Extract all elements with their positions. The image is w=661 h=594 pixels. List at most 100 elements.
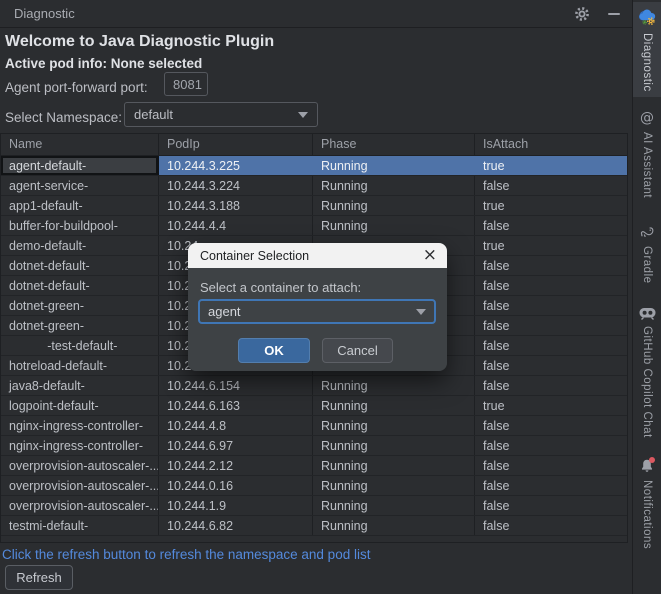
cell-ip[interactable]: 10.244.3.188 — [159, 196, 313, 215]
pod-table-row[interactable]: java8-default-10.244.6.154Runningfalse — [1, 376, 627, 396]
cell-phase[interactable]: Running — [313, 196, 475, 215]
cell-ip[interactable]: 10.244.3.224 — [159, 176, 313, 195]
cell-name[interactable]: dotnet-default- — [1, 256, 159, 275]
cell-attach[interactable]: false — [475, 316, 627, 335]
chevron-down-icon — [298, 112, 308, 118]
cell-phase[interactable]: Running — [313, 456, 475, 475]
cell-ip[interactable]: 10.244.6.97 — [159, 436, 313, 455]
cell-ip[interactable]: 10.244.1.9 — [159, 496, 313, 515]
cell-attach[interactable]: false — [475, 176, 627, 195]
cell-ip[interactable]: 10.244.3.225 — [159, 156, 313, 175]
pod-table-row[interactable]: buffer-for-buildpool-10.244.4.4Runningfa… — [1, 216, 627, 236]
container-dropdown[interactable]: agent — [198, 299, 436, 324]
cell-phase[interactable]: Running — [313, 416, 475, 435]
cell-name[interactable]: logpoint-default- — [1, 396, 159, 415]
sidebar-tab-gradle[interactable]: Gradle — [633, 219, 661, 289]
sidebar-tab-notifications[interactable]: Notifications — [633, 453, 661, 554]
minimize-icon[interactable] — [605, 5, 623, 23]
pod-table-row[interactable]: agent-service-10.244.3.224Runningfalse — [1, 176, 627, 196]
cell-name[interactable]: -test-default- — [1, 336, 159, 355]
cell-attach[interactable]: false — [475, 356, 627, 375]
cell-phase[interactable]: Running — [313, 516, 475, 535]
cell-phase[interactable]: Running — [313, 476, 475, 495]
port-forward-input[interactable] — [164, 72, 208, 96]
sidebar-tab-github-copilot-chat[interactable]: GitHub Copilot Chat — [633, 302, 661, 443]
cell-phase[interactable]: Running — [313, 156, 475, 175]
cell-attach[interactable]: false — [475, 376, 627, 395]
pod-table-row[interactable]: app1-default-10.244.3.188Runningtrue — [1, 196, 627, 216]
cell-name[interactable]: demo-default- — [1, 236, 159, 255]
sidebar-tab-label: GitHub Copilot Chat — [641, 326, 653, 438]
sidebar-tab-ai-assistant[interactable]: @ AI Assistant — [633, 105, 661, 203]
cell-attach[interactable]: false — [475, 276, 627, 295]
pod-table-row[interactable]: overprovision-autoscaler-...10.244.2.12R… — [1, 456, 627, 476]
pod-table-row[interactable]: overprovision-autoscaler-...10.244.0.16R… — [1, 476, 627, 496]
column-header-phase[interactable]: Phase — [313, 134, 475, 155]
ok-button[interactable]: OK — [238, 338, 310, 363]
cell-ip[interactable]: 10.244.6.163 — [159, 396, 313, 415]
cell-attach[interactable]: true — [475, 156, 627, 175]
cell-attach[interactable]: true — [475, 396, 627, 415]
cell-ip[interactable]: 10.244.6.82 — [159, 516, 313, 535]
cell-attach[interactable]: false — [475, 456, 627, 475]
cell-ip[interactable]: 10.244.4.8 — [159, 416, 313, 435]
pod-table-row[interactable]: logpoint-default-10.244.6.163Runningtrue — [1, 396, 627, 416]
settings-gear-icon[interactable] — [573, 5, 591, 23]
cancel-button[interactable]: Cancel — [322, 338, 393, 363]
pod-table-row[interactable]: nginx-ingress-controller-10.244.4.8Runni… — [1, 416, 627, 436]
cell-name[interactable]: agent-default- — [1, 156, 159, 175]
cell-name[interactable]: app1-default- — [1, 196, 159, 215]
cell-attach[interactable]: true — [475, 196, 627, 215]
cell-attach[interactable]: false — [475, 256, 627, 275]
cell-phase[interactable]: Running — [313, 496, 475, 515]
cell-ip[interactable]: 10.244.2.12 — [159, 456, 313, 475]
cell-phase[interactable]: Running — [313, 396, 475, 415]
cell-attach[interactable]: false — [475, 296, 627, 315]
sidebar-tab-diagnostic[interactable]: Diagnostic — [633, 2, 661, 97]
cell-name[interactable]: agent-service- — [1, 176, 159, 195]
cell-ip[interactable]: 10.244.0.16 — [159, 476, 313, 495]
cell-attach[interactable]: false — [475, 476, 627, 495]
cell-attach[interactable]: false — [475, 516, 627, 535]
cell-attach[interactable]: false — [475, 216, 627, 235]
pod-table-row[interactable]: testmi-default-10.244.6.82Runningfalse — [1, 516, 627, 536]
cell-name[interactable]: nginx-ingress-controller- — [1, 436, 159, 455]
cell-phase[interactable]: Running — [313, 436, 475, 455]
close-icon[interactable]: × — [423, 247, 437, 264]
cell-attach[interactable]: false — [475, 436, 627, 455]
cell-phase[interactable]: Running — [313, 216, 475, 235]
cell-name[interactable]: java8-default- — [1, 376, 159, 395]
cell-name[interactable]: testmi-default- — [1, 516, 159, 535]
refresh-hint-link[interactable]: Click the refresh button to refresh the … — [2, 547, 370, 562]
column-header-isattach[interactable]: IsAttach — [475, 134, 627, 155]
cell-name[interactable]: overprovision-autoscaler-... — [1, 476, 159, 495]
cell-name[interactable]: dotnet-green- — [1, 296, 159, 315]
cell-phase[interactable]: Running — [313, 376, 475, 395]
cell-attach[interactable]: true — [475, 236, 627, 255]
diagnostic-tool-window: Diagnostic Welcome to Java Diagnostic Pl… — [0, 0, 661, 594]
column-header-name[interactable]: Name — [1, 134, 159, 155]
namespace-dropdown[interactable]: default — [124, 102, 318, 127]
namespace-label: Select Namespace: — [5, 110, 122, 125]
cell-phase[interactable]: Running — [313, 176, 475, 195]
cell-attach[interactable]: false — [475, 416, 627, 435]
cell-attach[interactable]: false — [475, 336, 627, 355]
cell-name[interactable]: overprovision-autoscaler-... — [1, 456, 159, 475]
cell-ip[interactable]: 10.244.4.4 — [159, 216, 313, 235]
column-header-podip[interactable]: PodIp — [159, 134, 313, 155]
cell-name[interactable]: buffer-for-buildpool- — [1, 216, 159, 235]
pod-table-row[interactable]: overprovision-autoscaler-...10.244.1.9Ru… — [1, 496, 627, 516]
refresh-button[interactable]: Refresh — [5, 565, 73, 590]
cell-name[interactable]: hotreload-default- — [1, 356, 159, 375]
dialog-titlebar[interactable]: Container Selection × — [188, 243, 447, 268]
cell-name[interactable]: overprovision-autoscaler-... — [1, 496, 159, 515]
container-selection-dialog: Container Selection × Select a container… — [188, 243, 447, 371]
pod-table-row[interactable]: nginx-ingress-controller-10.244.6.97Runn… — [1, 436, 627, 456]
cell-name[interactable]: dotnet-default- — [1, 276, 159, 295]
pod-table-row[interactable]: agent-default-10.244.3.225Runningtrue — [1, 156, 627, 176]
cell-name[interactable]: dotnet-green- — [1, 316, 159, 335]
cell-name[interactable]: nginx-ingress-controller- — [1, 416, 159, 435]
pod-table-header: Name PodIp Phase IsAttach — [1, 134, 627, 156]
cell-ip[interactable]: 10.244.6.154 — [159, 376, 313, 395]
cell-attach[interactable]: false — [475, 496, 627, 515]
